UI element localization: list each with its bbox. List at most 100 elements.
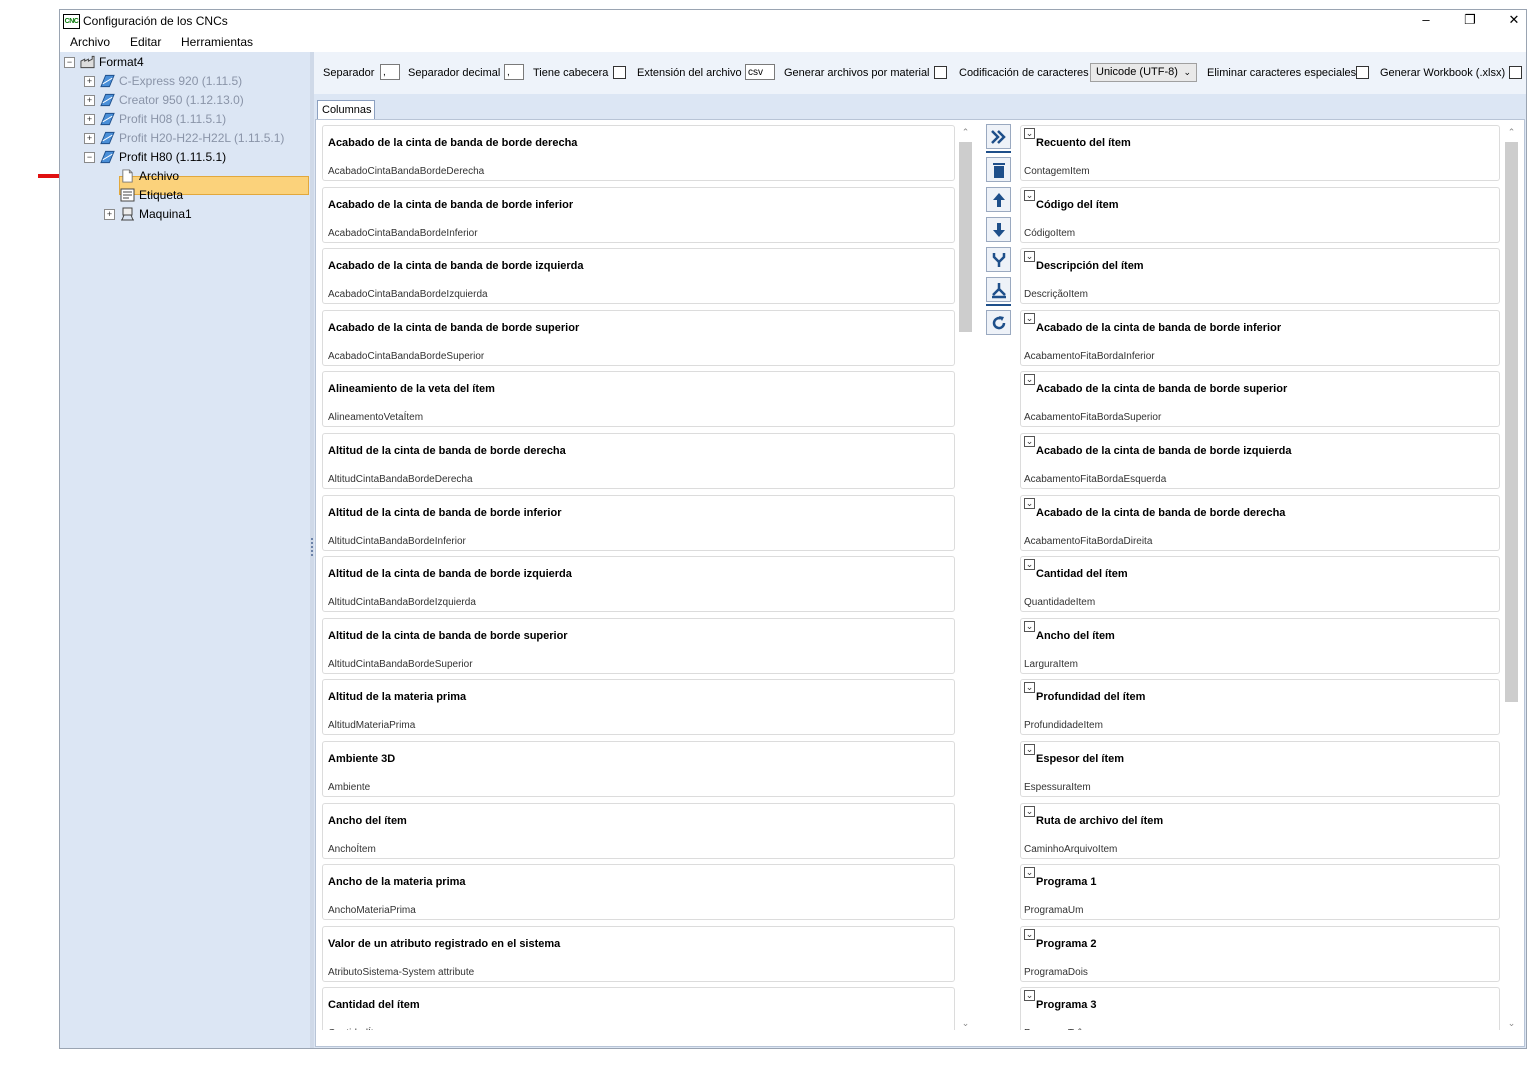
decimal-separator-input[interactable]: ,: [504, 64, 524, 80]
selected-column-item[interactable]: ⌄ Recuento del ítem ContagemItem: [1020, 125, 1500, 181]
available-column-item[interactable]: Acabado de la cinta de banda de borde su…: [322, 310, 955, 366]
scroll-down-icon[interactable]: ⌄: [1503, 1016, 1520, 1030]
available-column-item[interactable]: Ambiente 3D Ambiente: [322, 741, 955, 797]
tab-columnas[interactable]: Columnas: [317, 100, 375, 120]
scroll-up-icon[interactable]: ⌃: [957, 125, 974, 139]
column-toggle-icon[interactable]: ⌄: [1024, 867, 1035, 878]
available-columns-scrollbar[interactable]: ⌃ ⌄: [957, 125, 974, 1030]
encoding-select[interactable]: Unicode (UTF-8) ⌄: [1090, 63, 1197, 82]
workbook-label: Generar Workbook (.xlsx): [1380, 67, 1506, 79]
remove-special-checkbox[interactable]: [1356, 66, 1369, 79]
selected-column-item[interactable]: ⌄ Programa 1 ProgramaUm: [1020, 864, 1500, 920]
tree-node-machine-1[interactable]: + C-Express 920 (1.11.5): [60, 72, 310, 91]
selected-column-item[interactable]: ⌄ Cantidad del ítem QuantidadeItem: [1020, 556, 1500, 612]
column-toggle-icon[interactable]: ⌄: [1024, 251, 1035, 262]
available-column-item[interactable]: Altitud de la cinta de banda de borde iz…: [322, 556, 955, 612]
available-column-item[interactable]: Acabado de la cinta de banda de borde iz…: [322, 248, 955, 304]
tree-node-archivo[interactable]: Archivo: [120, 167, 310, 186]
selected-column-item[interactable]: ⌄ Acabado de la cinta de banda de borde i…: [1020, 310, 1500, 366]
header-checkbox[interactable]: [613, 66, 626, 79]
selected-columns-scrollbar[interactable]: ⌃ ⌄: [1503, 125, 1520, 1030]
expand-icon[interactable]: +: [104, 209, 115, 220]
column-toggle-icon[interactable]: ⌄: [1024, 682, 1035, 693]
available-column-item[interactable]: Ancho del ítem AnchoÍtem: [322, 803, 955, 859]
collapse-icon[interactable]: −: [64, 57, 75, 68]
tree-label-etiqueta: Etiqueta: [139, 188, 184, 202]
expand-icon[interactable]: +: [84, 133, 95, 144]
column-field-name: Ambiente: [328, 782, 371, 793]
selected-column-item[interactable]: ⌄Programa 3 ProgramaTrês: [1020, 987, 1500, 1030]
split-button[interactable]: [986, 277, 1011, 302]
separator-input[interactable]: ,: [380, 64, 400, 80]
column-toggle-icon[interactable]: ⌄: [1024, 806, 1035, 817]
menu-archivo[interactable]: Archivo: [70, 35, 110, 49]
scroll-up-icon[interactable]: ⌃: [1503, 125, 1520, 139]
expand-icon[interactable]: +: [84, 114, 95, 125]
available-column-item[interactable]: Cantidad del ítem CantidadÍtem: [322, 987, 955, 1030]
restore-button[interactable]: ❐: [1450, 10, 1490, 32]
close-button[interactable]: ✕: [1494, 10, 1534, 32]
available-columns-list[interactable]: Acabado de la cinta de banda de borde de…: [322, 125, 955, 1030]
add-all-button[interactable]: [986, 124, 1011, 149]
column-toggle-icon[interactable]: ⌄: [1024, 313, 1035, 324]
available-column-item[interactable]: Altitud de la cinta de banda de borde su…: [322, 618, 955, 674]
column-title: Altitud de la cinta de banda de borde in…: [328, 507, 562, 519]
available-column-item[interactable]: Altitud de la cinta de banda de borde de…: [322, 433, 955, 489]
available-column-item[interactable]: Acabado de la cinta de banda de borde in…: [322, 187, 955, 243]
splitter-grip[interactable]: [311, 538, 313, 558]
column-toggle-icon[interactable]: ⌄: [1024, 621, 1035, 632]
selected-column-item[interactable]: ⌄ Acabado de la cinta de banda de borde i…: [1020, 433, 1500, 489]
split-icon: [992, 283, 1006, 299]
per-material-checkbox[interactable]: [934, 66, 947, 79]
menu-herramientas[interactable]: Herramientas: [181, 35, 253, 49]
column-toggle-icon[interactable]: ⌄: [1024, 990, 1035, 1001]
scroll-down-icon[interactable]: ⌄: [957, 1016, 974, 1030]
selected-column-item[interactable]: ⌄ Acabado de la cinta de banda de borde s…: [1020, 371, 1500, 427]
available-column-item[interactable]: Altitud de la cinta de banda de borde in…: [322, 495, 955, 551]
scroll-thumb[interactable]: [1505, 142, 1518, 702]
workbook-checkbox[interactable]: [1509, 66, 1522, 79]
tree-node-machine-4[interactable]: + Profit H20-H22-H22L (1.11.5.1): [60, 129, 310, 148]
selected-column-item[interactable]: ⌄ Acabado de la cinta de banda de borde d…: [1020, 495, 1500, 551]
collapse-icon[interactable]: −: [84, 152, 95, 163]
tree-node-machine-2[interactable]: + Creator 950 (1.12.13.0): [60, 91, 310, 110]
column-toggle-icon[interactable]: ⌄: [1024, 128, 1035, 139]
tree-node-maquina1[interactable]: + Maquina1: [104, 205, 310, 224]
expand-icon[interactable]: +: [84, 95, 95, 106]
selected-column-item[interactable]: ⌄ Código del ítem CódigoItem: [1020, 187, 1500, 243]
available-column-item[interactable]: Acabado de la cinta de banda de borde de…: [322, 125, 955, 181]
move-down-button[interactable]: [986, 217, 1011, 242]
expand-icon[interactable]: +: [84, 76, 95, 87]
available-column-item[interactable]: Altitud de la materia prima AltitudMateri…: [322, 679, 955, 735]
tree-node-etiqueta[interactable]: Etiqueta: [120, 186, 310, 205]
selected-column-item[interactable]: ⌄ Descripción del ítem DescriçãoItem: [1020, 248, 1500, 304]
column-toggle-icon[interactable]: ⌄: [1024, 744, 1035, 755]
scroll-thumb[interactable]: [959, 142, 972, 332]
menu-editar[interactable]: Editar: [130, 35, 161, 49]
column-toggle-icon[interactable]: ⌄: [1024, 559, 1035, 570]
selected-column-item[interactable]: ⌄ Ancho del ítem LarguraItem: [1020, 618, 1500, 674]
column-toggle-icon[interactable]: ⌄: [1024, 498, 1035, 509]
selected-columns-list[interactable]: ⌄ Recuento del ítem ContagemItem ⌄ Código de…: [1020, 125, 1500, 1030]
column-field-name: AcabamentoFitaBordaEsquerda: [1024, 474, 1167, 485]
minimize-button[interactable]: –: [1406, 10, 1446, 32]
available-column-item[interactable]: Valor de un atributo registrado en el si…: [322, 926, 955, 982]
selected-column-item[interactable]: ⌄ Programa 2 ProgramaDois: [1020, 926, 1500, 982]
column-toggle-icon[interactable]: ⌄: [1024, 436, 1035, 447]
column-toggle-icon[interactable]: ⌄: [1024, 374, 1035, 385]
tree-node-root[interactable]: − Format4: [60, 53, 310, 72]
tree-node-machine-5[interactable]: − Profit H80 (1.11.5.1): [60, 148, 310, 167]
tree-node-machine-3[interactable]: + Profit H08 (1.11.5.1): [60, 110, 310, 129]
merge-button[interactable]: [986, 247, 1011, 272]
selected-column-item[interactable]: ⌄ Ruta de archivo del ítem CaminhoArquivoI…: [1020, 803, 1500, 859]
move-up-button[interactable]: [986, 187, 1011, 212]
selected-column-item[interactable]: ⌄ Profundidad del ítem ProfundidadeItem: [1020, 679, 1500, 735]
available-column-item[interactable]: Ancho de la materia prima AnchoMateriaPri…: [322, 864, 955, 920]
column-toggle-icon[interactable]: ⌄: [1024, 190, 1035, 201]
available-column-item[interactable]: Alineamiento de la veta del ítem Alineame…: [322, 371, 955, 427]
column-toggle-icon[interactable]: ⌄: [1024, 929, 1035, 940]
delete-button[interactable]: [986, 157, 1011, 182]
selected-column-item[interactable]: ⌄ Espesor del ítem EspessuraItem: [1020, 741, 1500, 797]
extension-input[interactable]: csv: [745, 64, 775, 80]
refresh-button[interactable]: [986, 310, 1011, 335]
